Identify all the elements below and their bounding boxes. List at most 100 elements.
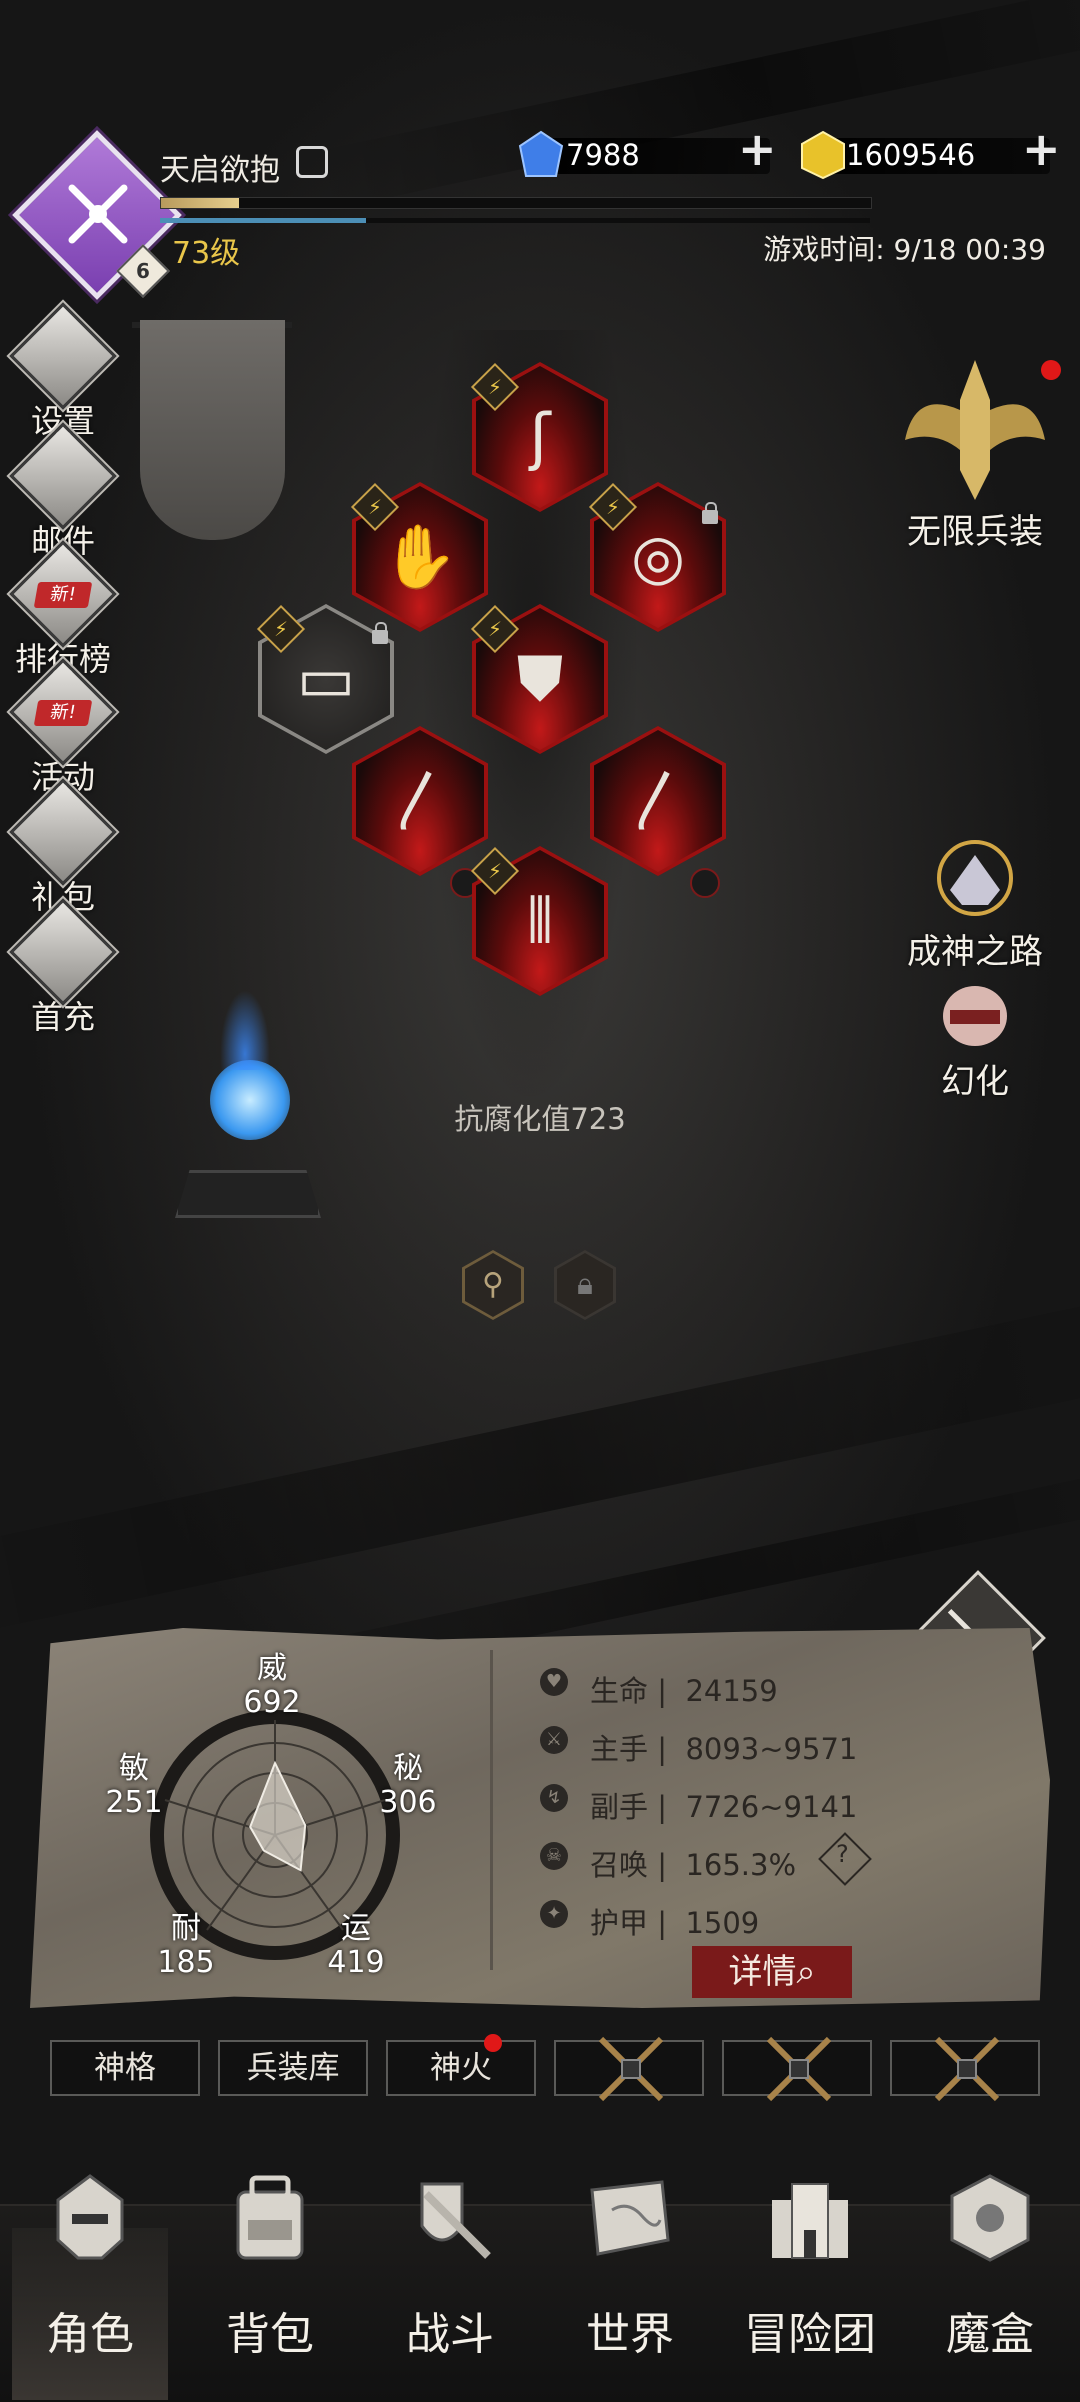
nav-world[interactable]: 世界 [540,2170,720,2362]
guild-banner[interactable] [140,320,285,540]
heart-icon: ♥ [540,1668,568,1696]
corruption-resistance: 抗腐化值723 [454,1102,626,1136]
map-scroll-icon [590,2180,670,2256]
gold-amount: 1609546 [846,138,976,172]
nav-character-label: 角色 [46,2309,134,2360]
nav-adventure-group-label: 冒险团 [744,2309,876,2360]
first-recharge-button[interactable]: 首充 [8,898,118,1038]
nav-adventure-group[interactable]: 冒险团 [720,2170,900,2362]
tab-divine-fire-label: 神火 [430,2050,492,2086]
stat-min: 敏 251 [84,1752,184,1820]
locked-slot-button[interactable]: 🔒︎ [554,1250,616,1320]
nav-backpack[interactable]: 背包 [180,2170,360,2362]
question-icon: ? [836,1840,849,1868]
attr-mainhand-label: 主手 [590,1732,649,1766]
infinite-arms-label: 无限兵装 [907,512,1043,552]
stat-mi-value: 306 [379,1785,437,1820]
add-gems-button[interactable]: + [738,122,777,176]
soul-orb[interactable] [210,1060,290,1140]
brazier-base [175,1170,321,1218]
stat-yun-value: 419 [327,1945,385,1980]
blue-flame [220,990,270,1070]
add-gold-button[interactable]: + [1022,122,1061,176]
stat-wei-label: 威 [257,1651,287,1686]
attr-summon-value: 165.3% [685,1848,797,1882]
attr-armor: ✦ 护甲 | 1509 [540,1900,759,1942]
details-label: 详情 [728,1952,797,1992]
offhand-icon: ↯ [540,1784,568,1812]
attr-armor-label: 护甲 [590,1906,649,1940]
tab-armory[interactable]: 兵装库 [218,2040,368,2096]
tab-locked-2[interactable] [722,2036,872,2102]
nav-backpack-label: 背包 [226,2309,314,2360]
tab-locked-3[interactable] [890,2036,1040,2102]
panel-divider [490,1650,493,1970]
nav-world-label: 世界 [586,2309,674,2360]
stat-nai-label: 耐 [171,1911,201,1946]
gift-icon [9,778,117,886]
attr-mainhand-value: 8093~9571 [685,1732,858,1766]
backpack-icon [236,2175,304,2260]
map-pin-icon: ⚲ [465,1253,521,1317]
attr-summon-label: 召唤 [590,1848,649,1882]
details-button[interactable]: 详情⌕ [692,1946,852,1998]
attr-life-label: 生命 [590,1674,649,1708]
shield-sword-icon [420,2182,491,2259]
nav-magic-box[interactable]: 魔盒 [900,2170,1080,2362]
new-tag: 新! [33,582,93,608]
nav-magic-box-label: 魔盒 [946,2309,1034,2360]
edit-name-icon[interactable] [296,146,328,178]
first-recharge-icon [9,898,117,1006]
attr-life-value: 24159 [685,1674,778,1708]
attr-summon: ☠︎ 召唤 | 165.3% [540,1842,796,1884]
nav-battle[interactable]: 战斗 [360,2170,540,2362]
stat-yun-label: 运 [341,1911,371,1946]
locked-cross-icon [766,2036,832,2102]
tab-divinity[interactable]: 神格 [50,2040,200,2096]
gold-icon [801,130,845,180]
transform-button[interactable]: 幻化 [875,980,1075,1103]
mana-bar [160,218,870,223]
summon-icon: ☠︎ [540,1842,568,1870]
stat-mi: 秘 306 [358,1752,458,1820]
mail-icon [9,422,117,530]
stat-nai: 耐 185 [136,1912,236,1980]
swap-icon[interactable] [690,868,720,898]
nav-battle-label: 战斗 [406,2309,494,2360]
stat-yun: 运 419 [306,1912,406,1980]
helmet-icon [56,2174,124,2260]
stat-min-value: 251 [105,1785,163,1820]
lock-icon [702,502,718,524]
attr-offhand-label: 副手 [590,1790,649,1824]
magnifier-icon: ⌕ [796,1952,816,1992]
nav-character[interactable]: 角色 [0,2170,180,2362]
tab-locked-1[interactable] [554,2036,704,2102]
castle-icon [772,2183,848,2259]
attr-offhand: ↯ 副手 | 7726~9141 [540,1784,857,1826]
lock-icon [372,622,388,644]
stat-nai-value: 185 [157,1945,215,1980]
notification-dot [1041,360,1061,380]
transform-label: 幻化 [941,1062,1009,1102]
crowned-helmet-icon [937,840,1013,916]
stat-wei-value: 692 [243,1685,301,1720]
attr-life: ♥ 生命 | 24159 [540,1668,778,1710]
game-time: 游戏时间: 9/18 00:39 [763,233,1046,266]
cube-icon [950,2174,1030,2262]
infinite-arms-button[interactable]: 无限兵装 [875,350,1075,553]
xp-bar [160,197,872,209]
stat-wei: 威 692 [222,1652,322,1720]
gem-icon [518,130,564,177]
godhood-path-button[interactable]: 成神之路 [875,830,1075,973]
attr-offhand-value: 7726~9141 [685,1790,858,1824]
attr-mainhand: ⚔︎ 主手 | 8093~9571 [540,1726,857,1768]
locked-cross-icon [934,2036,1000,2102]
gem-amount: 7988 [566,138,640,172]
attr-armor-value: 1509 [685,1906,760,1940]
armor-stat-icon: ✦ [540,1900,568,1928]
tab-divine-fire[interactable]: 神火 [386,2040,536,2096]
notification-dot [484,2034,502,2052]
lock-icon: 🔒︎ [557,1253,613,1317]
player-level: 73级 [172,236,241,271]
location-button[interactable]: ⚲ [462,1250,524,1320]
